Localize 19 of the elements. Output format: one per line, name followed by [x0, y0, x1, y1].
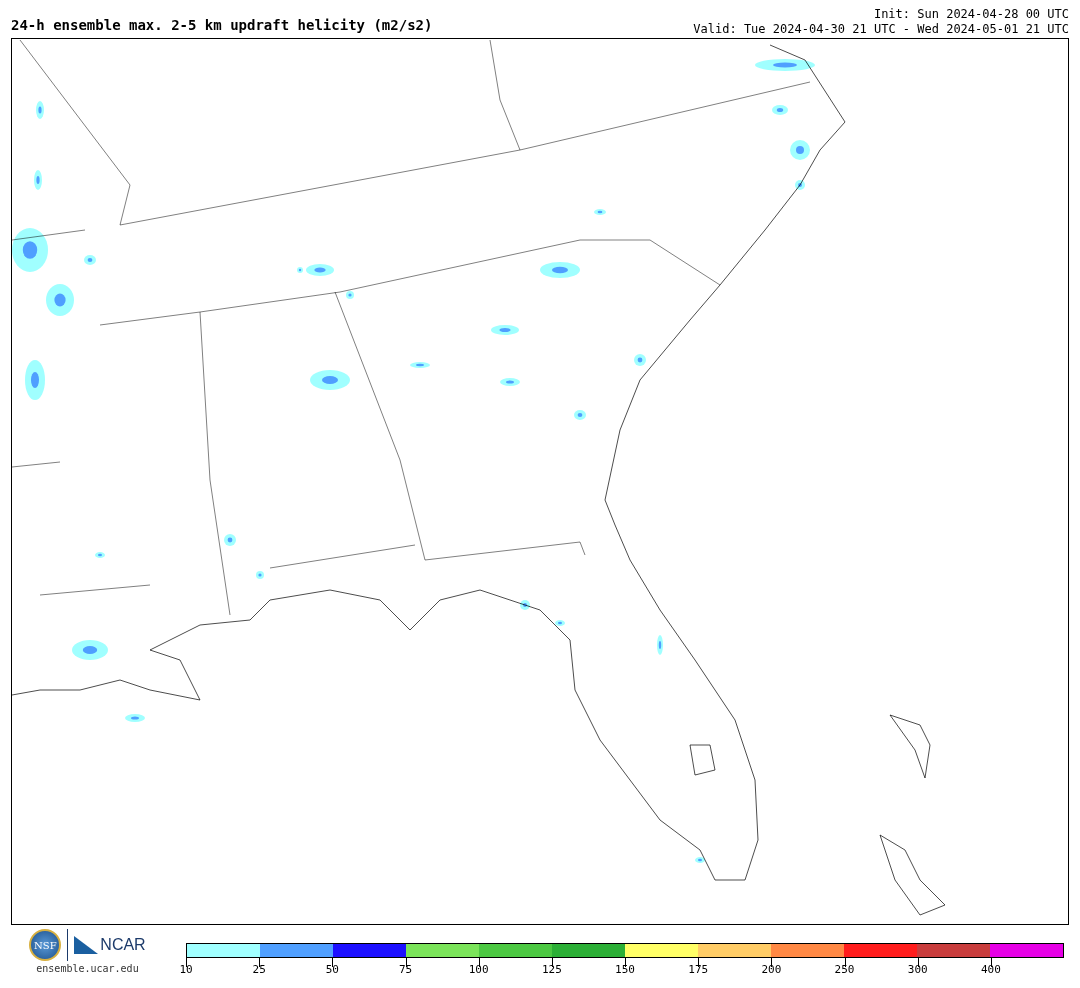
colorbar-label: 100: [468, 963, 489, 976]
colorbar-label: 125: [541, 963, 562, 976]
valid-time: Valid: Tue 2024-04-30 21 UTC - Wed 2024-05-01 21 UTC: [693, 22, 1069, 37]
colorbar-label: 75: [398, 963, 413, 976]
colorbar-label: 200: [761, 963, 782, 976]
colorbar-label: 175: [688, 963, 709, 976]
colorbar-label: 50: [325, 963, 339, 976]
colorbar-label: 150: [615, 963, 635, 976]
ncar-logo-icon: [74, 936, 99, 954]
colorbar-label: 400: [980, 963, 1001, 976]
map-title: 24-h ensemble max. 2-5 km updraft helicity (m2/s2): [11, 17, 433, 33]
ncar-logo: NCAR: [100, 936, 146, 954]
colorbar-label: 250: [834, 963, 855, 976]
nsf-logo: NSF: [29, 929, 62, 961]
site-url: ensemble.ucar.edu: [36, 963, 139, 974]
colorbar-label: 300: [907, 963, 928, 976]
colorbar-label: 10: [179, 963, 193, 976]
colorbar-label: 25: [252, 963, 266, 976]
init-time: Init: Sun 2024-04-28 00 UTC: [872, 7, 1069, 22]
